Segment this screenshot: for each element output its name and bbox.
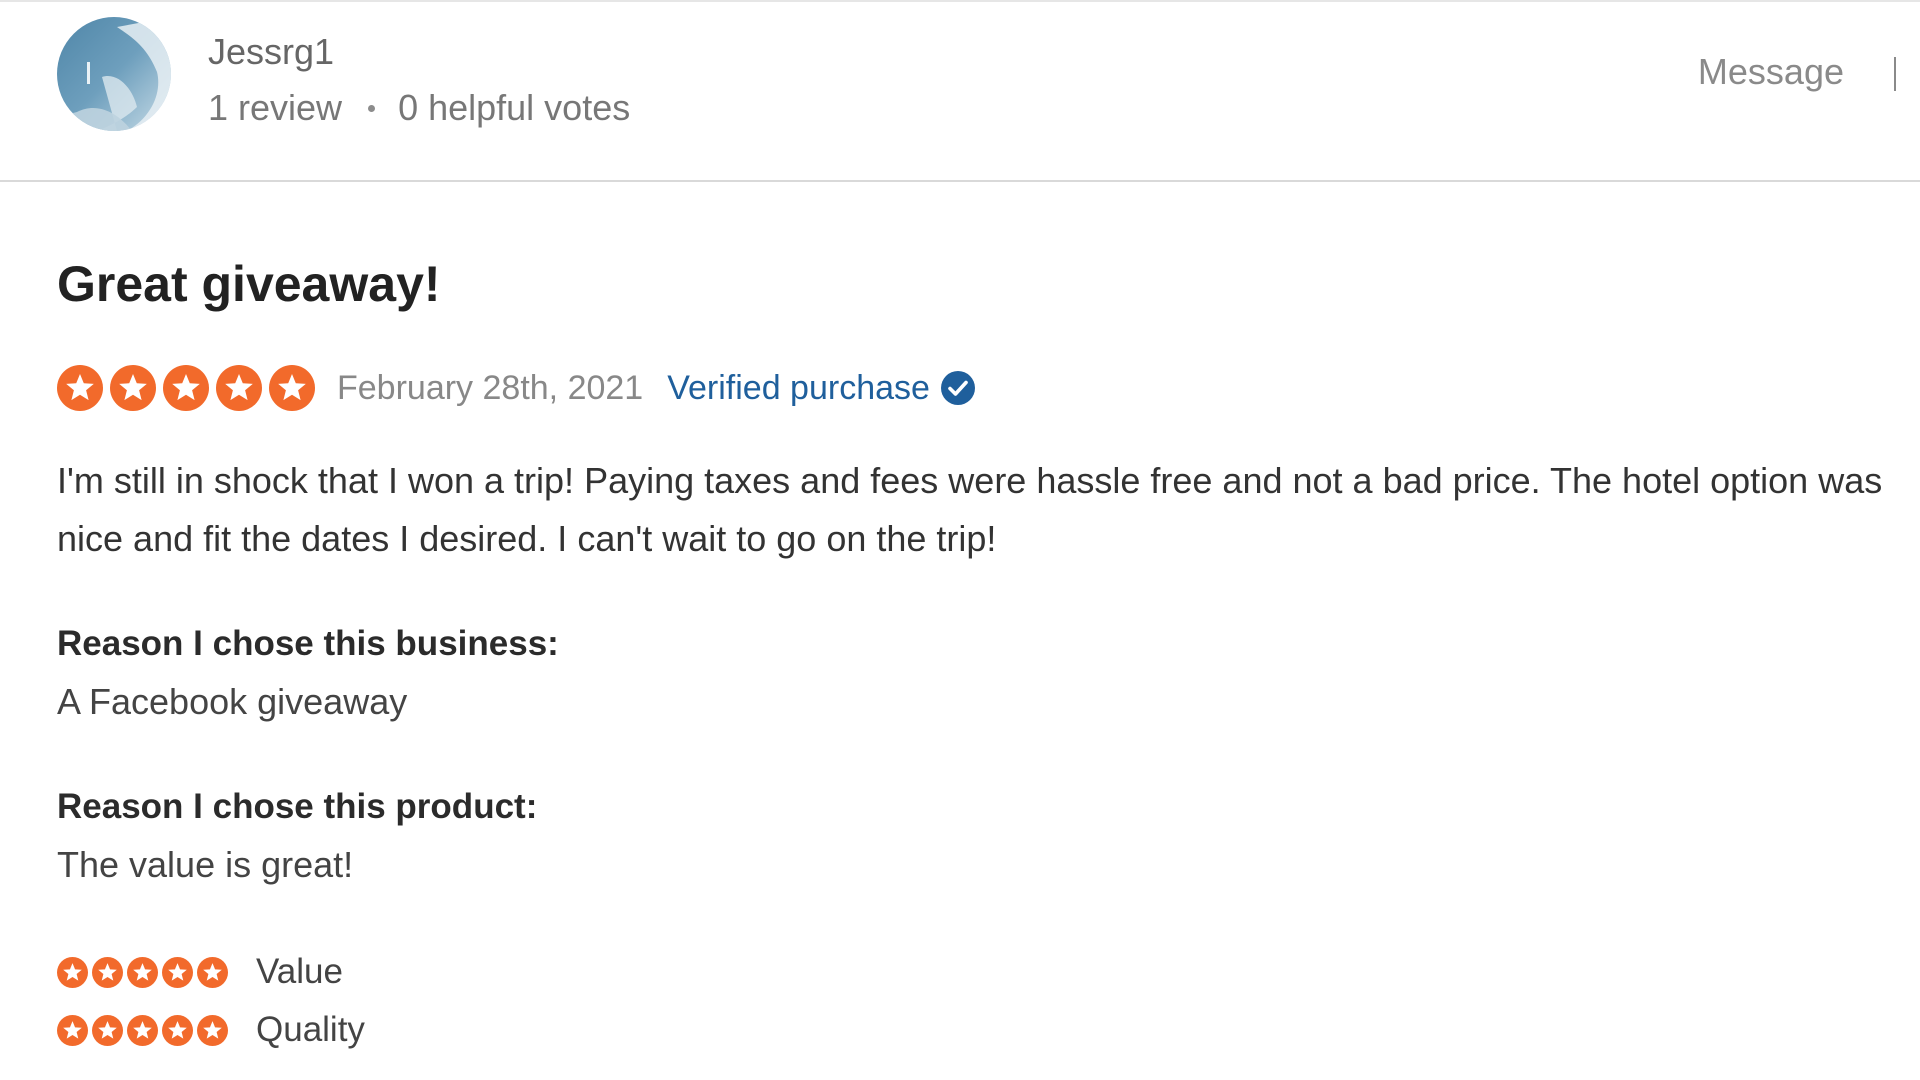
header-divider xyxy=(1894,57,1896,91)
star-icon xyxy=(197,956,228,988)
avatar[interactable] xyxy=(57,17,171,131)
sub-rating-label: Quality xyxy=(256,1010,365,1049)
sub-rating-stars xyxy=(57,956,232,988)
verified-label: Verified purchase xyxy=(667,369,930,407)
reason-business-label: Reason I chose this business: xyxy=(57,624,559,663)
star-icon xyxy=(197,1014,228,1046)
message-button[interactable]: Message xyxy=(1698,50,1844,94)
reason-product-label: Reason I chose this product: xyxy=(57,787,538,826)
star-icon xyxy=(110,365,156,411)
verified-purchase: Verified purchase xyxy=(667,366,976,410)
rating-row: February 28th, 2021 Verified purchase xyxy=(57,362,976,414)
star-icon xyxy=(57,1014,88,1046)
helpful-votes: 0 helpful votes xyxy=(398,87,631,128)
star-icon xyxy=(92,956,123,988)
reviewer-name[interactable]: Jessrg1 xyxy=(208,30,334,74)
sub-rating-stars xyxy=(57,1014,232,1046)
star-icon xyxy=(57,365,103,411)
review-date: February 28th, 2021 xyxy=(337,369,644,407)
review-count: 1 review xyxy=(208,87,343,128)
reason-business-value: A Facebook giveaway xyxy=(57,681,408,722)
star-icon xyxy=(127,956,158,988)
reason-product-value: The value is great! xyxy=(57,844,354,885)
review-page: Jessrg1 1 review 0 helpful votes Message… xyxy=(0,0,1920,1080)
star-icon xyxy=(269,365,315,411)
star-icon xyxy=(127,1014,158,1046)
sub-rating-quality: Quality xyxy=(57,1008,365,1052)
review-text: I'm still in shock that I won a trip! Pa… xyxy=(57,460,1883,559)
star-icon xyxy=(216,365,262,411)
check-circle-icon xyxy=(940,370,976,406)
overall-rating-stars xyxy=(57,365,322,411)
star-icon xyxy=(92,1014,123,1046)
star-icon xyxy=(162,956,193,988)
star-icon xyxy=(57,956,88,988)
reviewer-stats: 1 review 0 helpful votes xyxy=(208,86,630,130)
separator-dot xyxy=(368,104,376,112)
sub-rating-value: Value xyxy=(57,950,343,994)
star-icon xyxy=(162,1014,193,1046)
reviewer-header: Jessrg1 1 review 0 helpful votes Message xyxy=(0,0,1920,182)
review-title: Great giveaway! xyxy=(57,256,441,312)
star-icon xyxy=(163,365,209,411)
sub-rating-label: Value xyxy=(256,952,343,991)
